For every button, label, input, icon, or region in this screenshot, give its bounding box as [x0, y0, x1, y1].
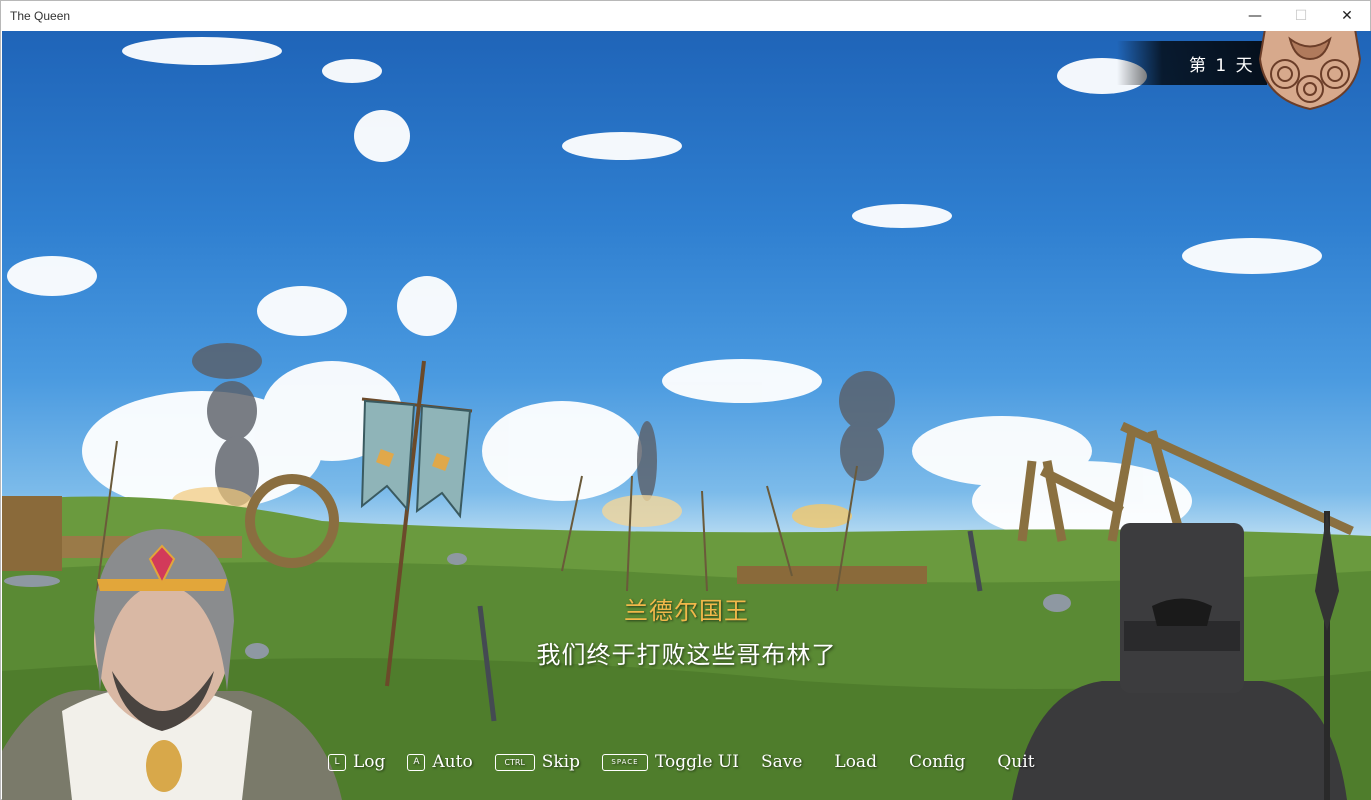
- rose-crest-icon: [1258, 31, 1362, 111]
- close-button[interactable]: ✕: [1324, 1, 1370, 31]
- maximize-button[interactable]: ☐: [1278, 1, 1324, 31]
- window-title: The Queen: [10, 9, 71, 23]
- game-window: The Queen — ☐ ✕ 第 1 天 兰德尔国王 我们终于打败这些哥布林了…: [0, 0, 1371, 800]
- quick-menu: L Log A Auto CTRL Skip SPACE Toggle UI S…: [328, 749, 1057, 775]
- title-bar: The Queen — ☐ ✕: [1, 1, 1370, 31]
- config-button[interactable]: Config: [909, 752, 965, 772]
- key-l-icon: L: [328, 753, 346, 771]
- toggle-ui-label: Toggle UI: [654, 752, 739, 772]
- dialogue-text[interactable]: 我们终于打败这些哥布林了: [2, 635, 1371, 670]
- auto-label: Auto: [432, 752, 473, 772]
- key-ctrl-icon: CTRL: [494, 753, 535, 771]
- speaker-name: 兰德尔国王: [624, 597, 749, 625]
- day-counter-badge: 第 1 天: [1117, 41, 1267, 85]
- quit-button[interactable]: Quit: [997, 752, 1034, 772]
- log-label: Log: [353, 752, 386, 772]
- skip-button[interactable]: CTRL Skip: [494, 752, 580, 772]
- battlefield-background: [2, 37, 1371, 800]
- key-a-icon: A: [407, 753, 426, 771]
- save-button[interactable]: Save: [761, 752, 802, 772]
- skip-label: Skip: [541, 752, 580, 772]
- game-scene[interactable]: 第 1 天 兰德尔国王 我们终于打败这些哥布林了 L Log A Auto CT…: [2, 31, 1371, 800]
- day-label: 第 1 天: [1189, 55, 1255, 76]
- toggle-ui-button[interactable]: SPACE Toggle UI: [601, 752, 739, 772]
- load-button[interactable]: Load: [834, 752, 877, 772]
- key-space-icon: SPACE: [601, 753, 648, 771]
- log-button[interactable]: L Log: [328, 752, 385, 772]
- auto-button[interactable]: A Auto: [407, 752, 473, 772]
- minimize-button[interactable]: —: [1232, 1, 1278, 31]
